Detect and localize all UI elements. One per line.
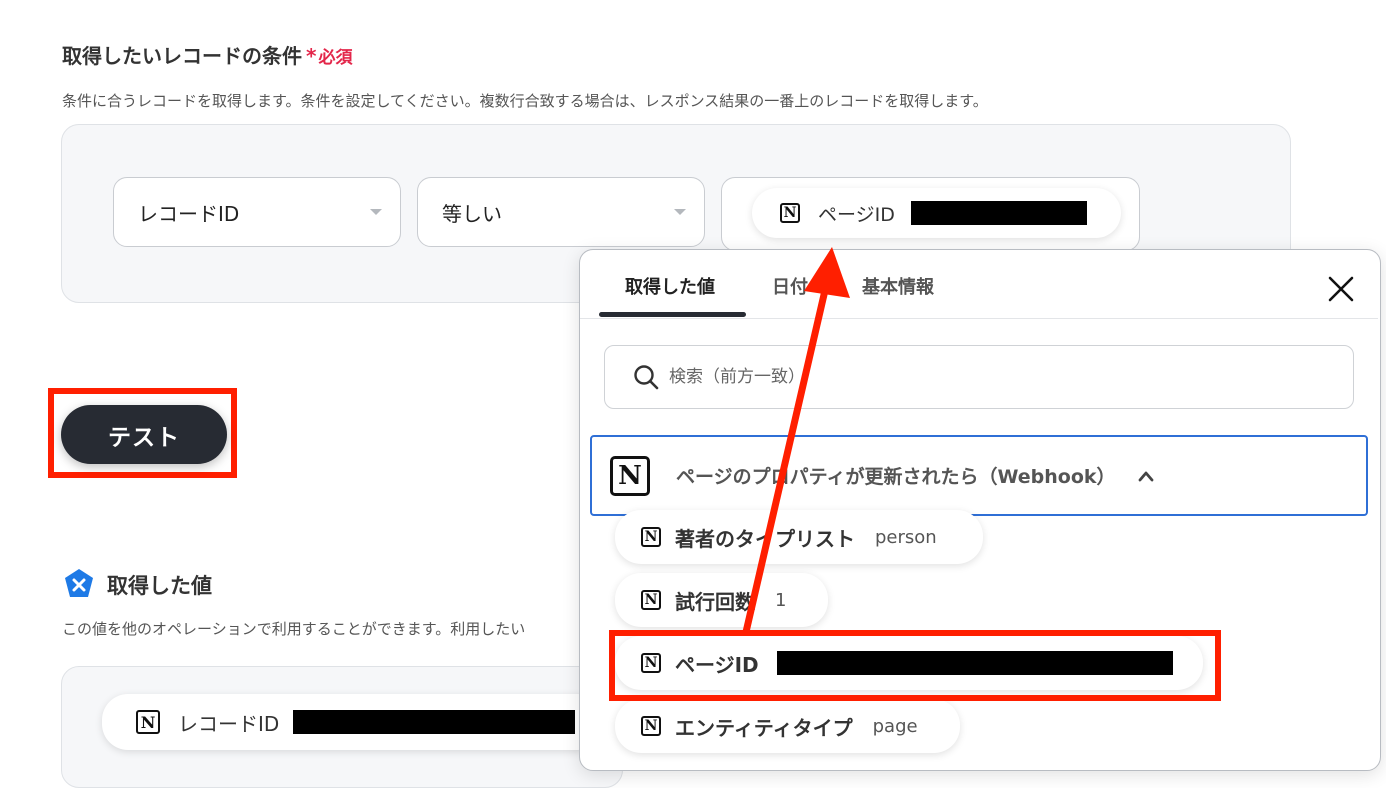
tab-basic-info[interactable]: 基本情報 <box>862 273 934 299</box>
list-item-label: 試行回数 <box>675 589 755 614</box>
notion-icon: N <box>641 527 661 547</box>
result-chip-label: レコードID <box>178 711 280 736</box>
required-label: 必須 <box>318 48 353 68</box>
result-chip[interactable]: N レコードID <box>102 694 604 750</box>
results-panel: N レコードID <box>61 666 623 788</box>
search-input[interactable] <box>667 366 1271 388</box>
search-field[interactable] <box>604 345 1354 409</box>
caret-down-icon <box>370 209 382 215</box>
list-item-value: person <box>875 526 937 548</box>
trigger-group-header[interactable]: N ページのプロパティが更新されたら（Webhook） <box>590 435 1368 516</box>
tab-date[interactable]: 日付 <box>772 273 808 299</box>
tab-acquired-values[interactable]: 取得した値 <box>625 273 715 299</box>
value-chip[interactable]: N ページID <box>752 188 1121 238</box>
section-title: 取得したいレコードの条件 * 必須 <box>62 40 352 69</box>
notion-icon: N <box>641 590 661 610</box>
required-asterisk: * <box>306 44 317 68</box>
yoom-badge-icon <box>65 569 93 597</box>
value-input[interactable]: N ページID <box>721 177 1140 251</box>
active-tab-indicator <box>599 312 746 317</box>
notion-icon: N <box>780 203 800 223</box>
group-header-label: ページのプロパティが更新されたら（Webhook） <box>676 466 1116 488</box>
test-button[interactable]: テスト <box>61 405 227 464</box>
redacted-value <box>910 201 1087 225</box>
list-item-value: page <box>872 715 918 737</box>
list-item-label: 著者のタイプリスト <box>675 526 855 551</box>
notion-icon: N <box>610 455 650 496</box>
highlight-frame-page-id <box>609 630 1221 701</box>
notion-icon: N <box>136 710 160 734</box>
close-icon[interactable] <box>1324 272 1358 306</box>
list-item-value: 1 <box>775 589 787 611</box>
notion-icon: N <box>641 716 661 736</box>
list-item[interactable]: N 試行回数 1 <box>615 573 829 627</box>
tab-divider <box>580 318 1378 319</box>
value-chip-label: ページID <box>818 203 895 226</box>
operator-select-value: 等しい <box>442 201 502 226</box>
field-select[interactable]: レコードID <box>113 177 401 247</box>
results-description: この値を他のオペレーションで利用することができます。利用したい <box>62 620 526 638</box>
section-description: 条件に合うレコードを取得します。条件を設定してください。複数行合致する場合は、レ… <box>62 92 988 110</box>
field-select-value: レコードID <box>138 201 240 226</box>
operator-select[interactable]: 等しい <box>417 177 705 247</box>
caret-down-icon <box>674 209 686 215</box>
redacted-value <box>293 710 576 734</box>
list-item-label: エンティティタイプ <box>675 715 853 740</box>
search-icon <box>634 365 659 390</box>
results-title: 取得した値 <box>107 574 212 598</box>
list-item[interactable]: N エンティティタイプ page <box>615 699 960 753</box>
chevron-up-icon <box>1138 471 1153 481</box>
section-title-text: 取得したいレコードの条件 <box>62 44 302 68</box>
list-item[interactable]: N 著者のタイプリスト person <box>615 510 983 564</box>
